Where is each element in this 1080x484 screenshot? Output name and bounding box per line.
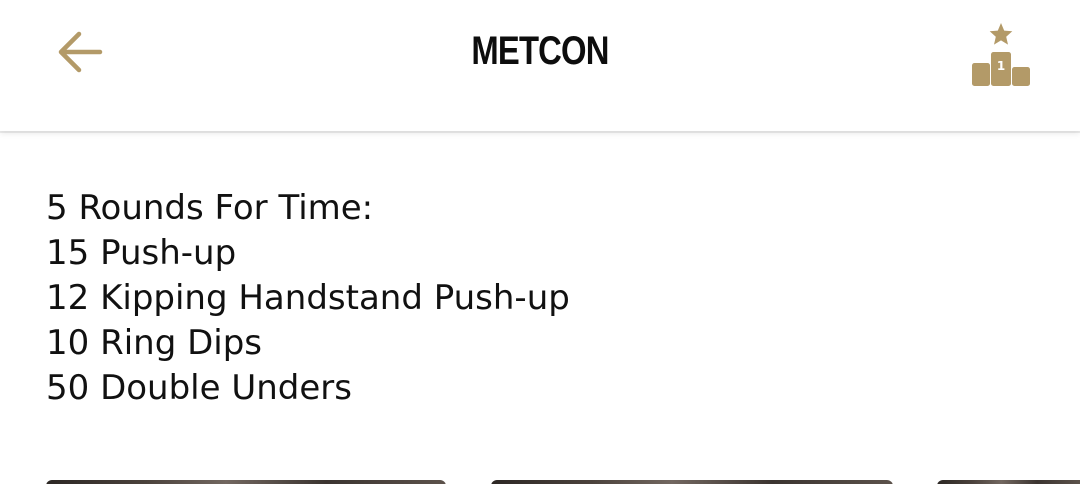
podium-rank-label: 1 <box>997 59 1005 73</box>
video-thumbnail[interactable] <box>491 480 893 484</box>
workout-line: 12 Kipping Handstand Push-up <box>46 278 570 318</box>
workout-line: 15 Push-up <box>46 233 237 273</box>
app-header: METCON 1 <box>0 0 1080 131</box>
video-thumbnail[interactable] <box>46 480 446 484</box>
workout-line: 10 Ring Dips <box>46 323 263 363</box>
video-thumbnail[interactable] <box>937 480 1080 484</box>
header-divider <box>0 131 1080 133</box>
page-title: METCON <box>471 29 609 73</box>
workout-line: 50 Double Unders <box>46 368 352 408</box>
podium-star-icon: 1 <box>972 23 1030 86</box>
workout-line: 5 Rounds For Time: <box>46 188 374 228</box>
leaderboard-button[interactable]: 1 <box>958 14 1044 94</box>
workout-description: 5 Rounds For Time: 15 Push-up 12 Kipping… <box>46 186 570 411</box>
